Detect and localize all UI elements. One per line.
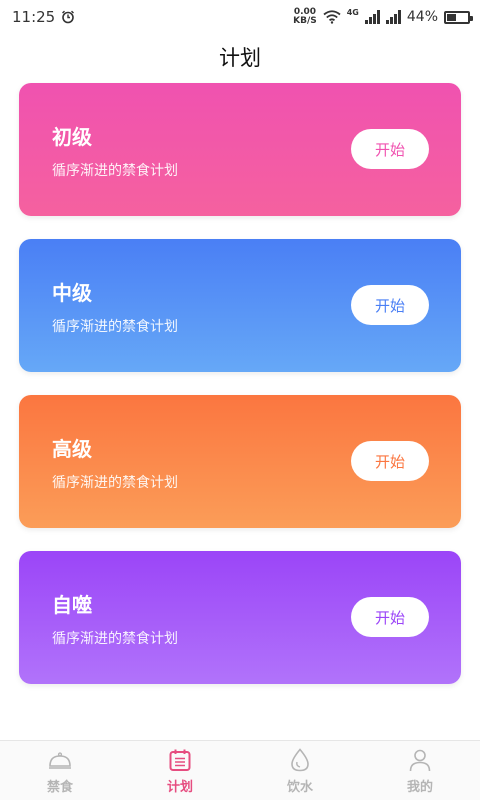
user-icon: [409, 749, 431, 771]
bottom-tab-bar: 禁食 计划 饮水 我的: [0, 740, 480, 800]
plan-card-intermediate[interactable]: 中级 循序渐进的禁食计划 开始: [19, 239, 461, 372]
status-left: 11:25: [12, 8, 75, 26]
plan-title: 高级: [52, 437, 92, 461]
signal-2-icon: [385, 10, 401, 24]
tab-label: 计划: [166, 779, 193, 795]
plan-description: 循序渐进的禁食计划: [52, 163, 178, 179]
start-button[interactable]: 开始: [351, 597, 429, 637]
start-button[interactable]: 开始: [351, 285, 429, 325]
water-drop-icon: [291, 747, 309, 771]
alarm-icon: [62, 10, 75, 24]
plan-list: 初级 循序渐进的禁食计划 开始 中级 循序渐进的禁食计划 开始 高级 循序渐进的…: [0, 80, 480, 740]
plan-title: 中级: [52, 281, 92, 305]
page-title: 计划: [219, 46, 261, 70]
start-button[interactable]: 开始: [351, 441, 429, 481]
plan-card-beginner[interactable]: 初级 循序渐进的禁食计划 开始: [19, 83, 461, 216]
plan-title: 初级: [52, 125, 92, 149]
status-right: 0.00 KB/S 4G 44%: [293, 8, 473, 26]
calendar-icon: [169, 749, 191, 771]
tab-plan[interactable]: 计划: [120, 741, 240, 800]
tab-water[interactable]: 饮水: [240, 741, 360, 800]
plan-description: 循序渐进的禁食计划: [52, 631, 178, 647]
plan-title: 自噬: [52, 593, 92, 617]
tab-label: 禁食: [46, 779, 73, 795]
plan-card-autophagy[interactable]: 自噬 循序渐进的禁食计划 开始: [19, 551, 461, 684]
plan-description: 循序渐进的禁食计划: [52, 475, 178, 491]
header: 计划: [0, 34, 480, 80]
net-speed-unit: KB/S: [293, 16, 317, 26]
tab-profile[interactable]: 我的: [360, 741, 480, 800]
battery-icon: [444, 10, 473, 24]
wifi-icon: [323, 10, 341, 24]
status-time: 11:25: [12, 8, 56, 26]
tab-fasting[interactable]: 禁食: [0, 741, 120, 800]
network-type: 4G: [346, 8, 359, 17]
start-button[interactable]: 开始: [351, 129, 429, 169]
tab-label: 我的: [406, 779, 433, 795]
net-speed: 0.00 KB/S: [293, 8, 317, 26]
plan-description: 循序渐进的禁食计划: [52, 319, 178, 335]
tab-label: 饮水: [286, 779, 313, 795]
battery-percent: 44%: [406, 9, 438, 25]
status-bar: 11:25 0.00 KB/S 4G 44%: [0, 0, 480, 34]
battery-level: [447, 13, 456, 21]
dish-cover-icon: [49, 751, 71, 769]
signal-1-icon: [364, 10, 380, 24]
plan-card-advanced[interactable]: 高级 循序渐进的禁食计划 开始: [19, 395, 461, 528]
